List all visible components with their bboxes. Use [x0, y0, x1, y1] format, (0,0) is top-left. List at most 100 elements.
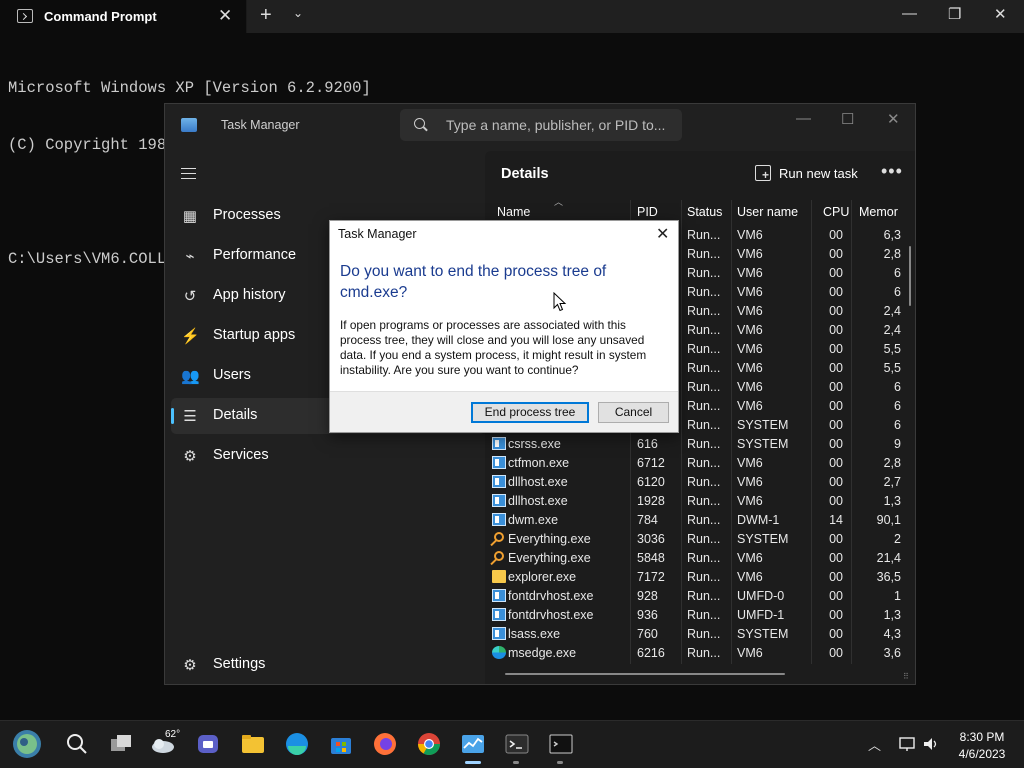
- microsoft-store-icon[interactable]: [328, 731, 354, 757]
- process-name: csrss.exe: [508, 437, 561, 451]
- process-cpu: 00: [829, 247, 843, 261]
- sidebar-item-services[interactable]: ⚙ Services: [171, 438, 485, 474]
- task-manager-titlebar: Task Manager Type a name, publisher, or …: [165, 104, 915, 148]
- tm-maximize-button[interactable]: ☐: [841, 110, 854, 128]
- terminal-tab[interactable]: Command Prompt ✕: [0, 0, 247, 33]
- column-header-status[interactable]: Status: [687, 205, 722, 219]
- processes-icon: ▦: [182, 208, 198, 225]
- terminal-maximize-button[interactable]: ❐: [948, 5, 961, 23]
- process-status: Run...: [687, 608, 721, 622]
- teams-chat-icon[interactable]: [195, 731, 221, 757]
- process-user: SYSTEM: [737, 532, 789, 546]
- dialog-footer: End process tree Cancel: [330, 391, 678, 432]
- process-user: SYSTEM: [737, 418, 789, 432]
- process-pid: 936: [637, 608, 658, 622]
- table-row[interactable]: dwm.exe 784 Run... DWM-1 14 90,1: [485, 511, 905, 530]
- column-header-cpu[interactable]: CPU: [823, 205, 849, 219]
- more-options-icon[interactable]: •••: [881, 161, 903, 182]
- new-tab-button[interactable]: +: [260, 4, 272, 27]
- clock-time[interactable]: 8:30 PM: [952, 730, 1012, 744]
- table-row[interactable]: explorer.exe 7172 Run... VM6 00 36,5: [485, 568, 905, 587]
- volume-icon[interactable]: [922, 735, 940, 753]
- process-memory: 2,4: [883, 304, 901, 318]
- start-button[interactable]: [12, 729, 42, 759]
- run-new-task-button[interactable]: Run new task: [779, 166, 858, 181]
- task-view-button[interactable]: [108, 731, 134, 757]
- process-cpu: 00: [829, 646, 843, 660]
- run-new-task-icon: [755, 165, 771, 182]
- terminal-line: Microsoft Windows XP [Version 6.2.9200]: [8, 79, 371, 97]
- process-status: Run...: [687, 380, 721, 394]
- vertical-scrollbar[interactable]: [909, 246, 911, 306]
- resize-grip-icon[interactable]: ⠿: [903, 672, 909, 681]
- table-row[interactable]: Everything.exe 3036 Run... SYSTEM 00 2: [485, 530, 905, 549]
- table-row[interactable]: fontdrvhost.exe 928 Run... UMFD-0 00 1: [485, 587, 905, 606]
- tm-close-button[interactable]: ✕: [887, 110, 900, 128]
- tray-overflow-chevron-icon[interactable]: ︿: [868, 735, 881, 754]
- table-row[interactable]: fontdrvhost.exe 936 Run... UMFD-1 00 1,3: [485, 606, 905, 625]
- process-name: lsass.exe: [508, 627, 561, 641]
- process-user: VM6: [737, 399, 763, 413]
- process-memory: 2,7: [883, 475, 901, 489]
- command-prompt-taskbar-icon[interactable]: [548, 731, 574, 757]
- terminal-minimize-button[interactable]: —: [902, 5, 917, 22]
- process-status: Run...: [687, 551, 721, 565]
- clock-date[interactable]: 4/6/2023: [952, 747, 1012, 761]
- firefox-icon[interactable]: [372, 731, 398, 757]
- process-icon: [492, 494, 506, 507]
- process-name: fontdrvhost.exe: [508, 608, 594, 622]
- process-pid: 784: [637, 513, 658, 527]
- network-icon[interactable]: [898, 735, 916, 753]
- table-row[interactable]: csrss.exe 616 Run... SYSTEM 00 9: [485, 435, 905, 454]
- table-row[interactable]: msedge.exe 6216 Run... VM6 00 3,6: [485, 644, 905, 663]
- process-cpu: 00: [829, 570, 843, 584]
- task-manager-app-icon: [181, 118, 197, 132]
- end-process-tree-button[interactable]: End process tree: [471, 402, 589, 423]
- process-cpu: 00: [829, 456, 843, 470]
- sidebar-item-label: Users: [213, 367, 251, 383]
- process-user: SYSTEM: [737, 437, 789, 451]
- search-button[interactable]: [64, 731, 90, 757]
- terminal-tab-title: Command Prompt: [44, 9, 157, 24]
- search-input[interactable]: Type a name, publisher, or PID to...: [446, 117, 665, 133]
- process-status: Run...: [687, 342, 721, 356]
- dialog-close-button[interactable]: ✕: [656, 224, 669, 244]
- task-manager-taskbar-icon[interactable]: [460, 731, 486, 757]
- table-row[interactable]: ctfmon.exe 6712 Run... VM6 00 2,8: [485, 454, 905, 473]
- sidebar-item-label: Processes: [213, 207, 281, 223]
- sidebar-item-settings[interactable]: ⚙ Settings: [171, 647, 485, 683]
- terminal-icon[interactable]: [504, 731, 530, 757]
- process-user: VM6: [737, 342, 763, 356]
- process-cpu: 00: [829, 437, 843, 451]
- edge-icon: [492, 646, 506, 659]
- file-explorer-icon[interactable]: [240, 731, 266, 757]
- hamburger-menu-icon[interactable]: [181, 168, 196, 179]
- table-row[interactable]: dllhost.exe 1928 Run... VM6 00 1,3: [485, 492, 905, 511]
- process-user: VM6: [737, 456, 763, 470]
- table-row[interactable]: dllhost.exe 6120 Run... VM6 00 2,7: [485, 473, 905, 492]
- table-row[interactable]: Everything.exe 5848 Run... VM6 00 21,4: [485, 549, 905, 568]
- process-memory: 6: [894, 285, 901, 299]
- tab-dropdown-button[interactable]: ⌄: [293, 6, 303, 20]
- column-header-pid[interactable]: PID: [637, 205, 658, 219]
- edge-icon[interactable]: [284, 731, 310, 757]
- process-status: Run...: [687, 247, 721, 261]
- tm-minimize-button[interactable]: —: [796, 110, 811, 127]
- search-box[interactable]: Type a name, publisher, or PID to...: [400, 109, 682, 141]
- process-name: Everything.exe: [508, 551, 591, 565]
- chrome-icon[interactable]: [416, 731, 442, 757]
- close-tab-icon[interactable]: ✕: [218, 6, 232, 26]
- table-row[interactable]: lsass.exe 760 Run... SYSTEM 00 4,3: [485, 625, 905, 644]
- process-status: Run...: [687, 399, 721, 413]
- process-memory: 1: [894, 589, 901, 603]
- horizontal-scrollbar[interactable]: [505, 673, 785, 675]
- process-cpu: 00: [829, 342, 843, 356]
- process-icon: [492, 513, 506, 526]
- column-header-name[interactable]: Name: [497, 205, 530, 219]
- process-user: VM6: [737, 475, 763, 489]
- column-header-user[interactable]: User name: [737, 205, 798, 219]
- column-header-memory[interactable]: Memor: [859, 205, 898, 219]
- cancel-button[interactable]: Cancel: [598, 402, 669, 423]
- sidebar-item-label: Details: [213, 407, 258, 423]
- terminal-close-button[interactable]: ✕: [994, 5, 1007, 23]
